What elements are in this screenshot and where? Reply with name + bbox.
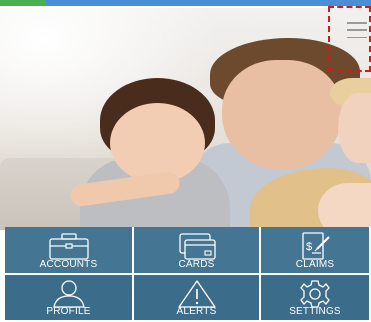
status-strip xyxy=(0,0,371,6)
settings-tile[interactable]: SETTINGS xyxy=(261,275,371,322)
app-screen: ACCOUNTS CARDS $ CLAIMS PROFILE ALERTS S… xyxy=(0,0,371,322)
hero-family-photo xyxy=(0,8,371,230)
user-icon xyxy=(46,279,92,314)
cards-tile[interactable]: CARDS xyxy=(134,227,261,275)
credit-card-icon xyxy=(174,231,220,266)
alerts-tile[interactable]: ALERTS xyxy=(134,275,261,322)
claim-document-icon: $ xyxy=(295,231,335,266)
status-accent xyxy=(0,0,46,6)
svg-text:$: $ xyxy=(306,241,312,253)
profile-tile[interactable]: PROFILE xyxy=(5,275,134,322)
navigation-tiles: ACCOUNTS CARDS $ CLAIMS PROFILE ALERTS S… xyxy=(5,227,371,322)
warning-icon xyxy=(174,279,220,314)
gear-icon xyxy=(295,279,335,314)
hamburger-menu-icon[interactable] xyxy=(345,20,369,40)
briefcase-icon xyxy=(46,231,92,266)
accounts-tile[interactable]: ACCOUNTS xyxy=(5,227,134,275)
claims-tile[interactable]: $ CLAIMS xyxy=(261,227,371,275)
